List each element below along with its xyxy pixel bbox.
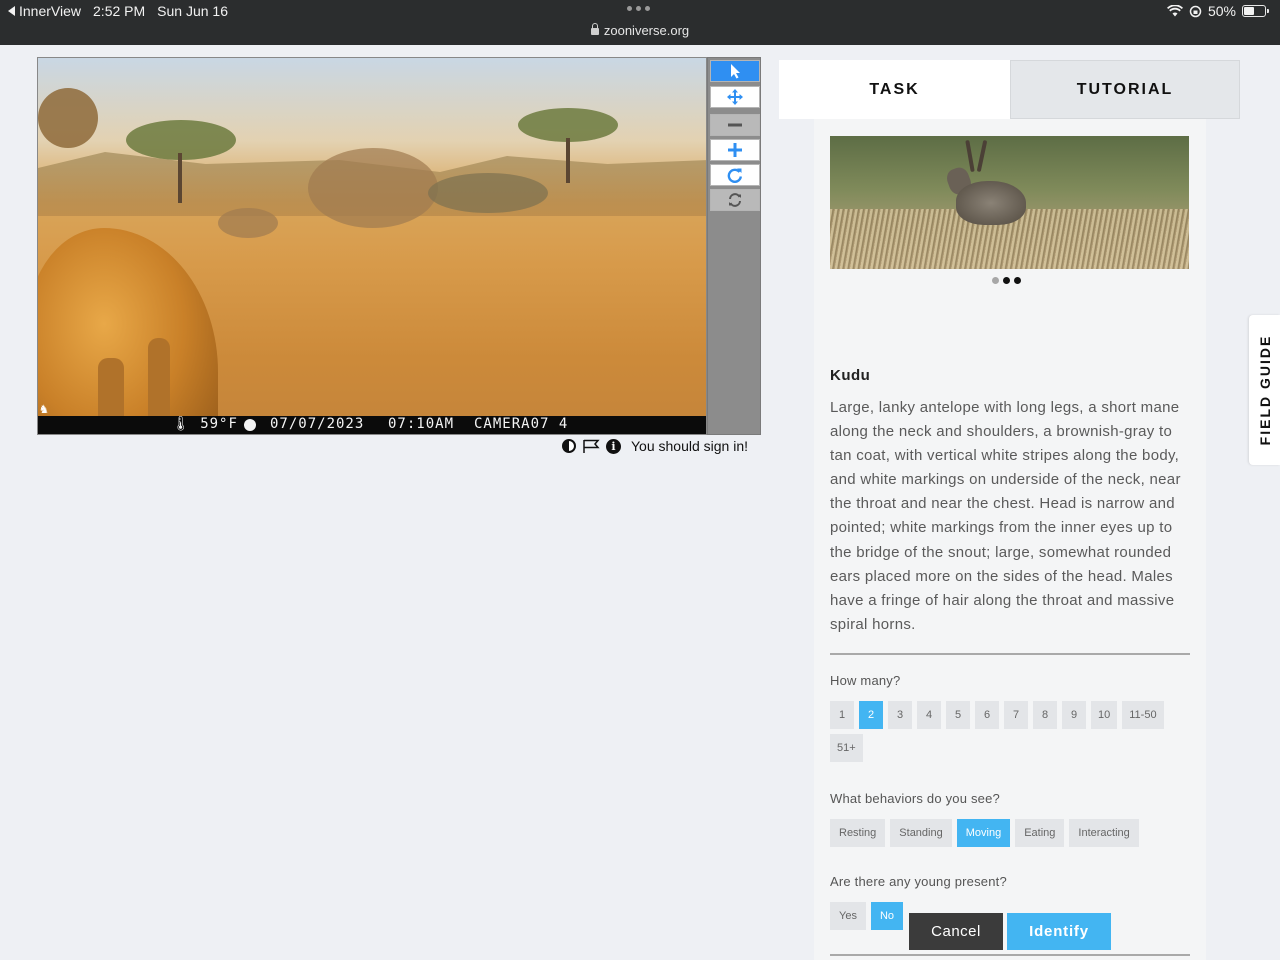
panel-tabs: TASK TUTORIAL (779, 60, 1240, 119)
how-many-option[interactable]: 11-50 (1122, 701, 1164, 729)
back-app-label: InnerView (19, 3, 82, 19)
info-icon[interactable]: i (606, 438, 621, 454)
action-buttons: Cancel Identify (909, 913, 1111, 950)
how-many-option[interactable]: 1 (830, 701, 854, 729)
camera-id: CAMERA07 4 (474, 416, 569, 432)
how-many-options: 1 2 3 4 5 6 7 8 9 10 11-50 51+ (830, 701, 1190, 762)
carousel-dot[interactable] (1014, 277, 1021, 284)
moon-phase-icon (244, 419, 256, 431)
back-to-app[interactable]: InnerView (8, 3, 81, 19)
tab-tutorial[interactable]: TUTORIAL (1010, 60, 1240, 119)
rotate-button[interactable] (710, 164, 760, 186)
task-content: Kudu Large, lanky antelope with long leg… (814, 119, 1206, 960)
reset-button[interactable] (710, 189, 760, 211)
invert-contrast-icon[interactable] (562, 439, 576, 453)
behavior-option[interactable]: Resting (830, 819, 886, 847)
multitask-dots-icon[interactable] (627, 6, 650, 11)
young-option[interactable]: Yes (830, 902, 866, 930)
rotate-icon (727, 168, 742, 183)
status-right: 50% (1166, 3, 1269, 19)
divider (830, 954, 1190, 956)
lock-icon (590, 23, 599, 35)
zoom-in-icon (728, 143, 742, 157)
how-many-option[interactable]: 7 (1004, 701, 1028, 729)
young-label: Are there any young present? (830, 874, 1007, 889)
field-guide-tab[interactable]: FIELD GUIDE (1249, 315, 1280, 465)
behavior-option[interactable]: Standing (890, 819, 952, 847)
how-many-option[interactable]: 5 (946, 701, 970, 729)
behavior-option[interactable]: Eating (1015, 819, 1065, 847)
camera-time: 07:10AM (388, 416, 455, 432)
how-many-option[interactable]: 10 (1091, 701, 1118, 729)
camera-info-bar: ♞ 🌡 59°F 07/07/2023 07:10AM CAMERA07 4 (38, 402, 706, 434)
species-name: Kudu (830, 367, 871, 384)
subject-meta-row: i You should sign in! (562, 438, 748, 454)
field-guide-label: FIELD GUIDE (1256, 334, 1273, 446)
behavior-option[interactable]: Moving (956, 819, 1011, 847)
how-many-option[interactable]: 8 (1033, 701, 1057, 729)
pointer-tool-button[interactable] (710, 60, 760, 82)
url-text: zooniverse.org (603, 23, 690, 38)
zoom-out-icon (728, 123, 742, 127)
young-option[interactable]: No (870, 902, 904, 930)
species-description: Large, lanky antelope with long legs, a … (830, 399, 1181, 633)
species-example-image[interactable] (830, 136, 1189, 269)
status-left: InnerView 2:52 PM Sun Jun 16 (8, 3, 228, 19)
tab-task[interactable]: TASK (779, 60, 1010, 119)
behaviors-label: What behaviors do you see? (830, 791, 1000, 806)
orientation-lock-icon (1189, 5, 1202, 17)
flag-icon[interactable] (582, 439, 600, 453)
browning-logo-icon: ♞ (40, 402, 49, 417)
zoom-out-button[interactable] (710, 114, 760, 136)
status-date: Sun Jun 16 (157, 3, 228, 19)
camera-trap-photo (38, 58, 706, 434)
classifier-panel: TASK TUTORIAL Kudu Large, lanky antelope… (779, 60, 1240, 960)
battery-icon (1242, 5, 1269, 17)
status-bar: InnerView 2:52 PM Sun Jun 16 zooniverse.… (0, 0, 1280, 45)
cancel-button[interactable]: Cancel (909, 913, 1003, 950)
move-icon (727, 89, 743, 105)
how-many-option[interactable]: 4 (917, 701, 941, 729)
image-carousel-dots[interactable] (992, 277, 1021, 284)
identify-button[interactable]: Identify (1007, 913, 1111, 950)
how-many-option[interactable]: 9 (1062, 701, 1086, 729)
pointer-icon (731, 64, 740, 79)
image-toolbar (707, 57, 761, 435)
sign-in-message[interactable]: You should sign in! (631, 438, 748, 454)
carousel-dot[interactable] (992, 277, 999, 284)
divider (830, 653, 1190, 655)
how-many-option[interactable]: 51+ (830, 734, 863, 762)
battery-percent: 50% (1207, 3, 1236, 19)
zoom-in-button[interactable] (710, 139, 760, 161)
carousel-dot[interactable] (1003, 277, 1010, 284)
animal-in-photo (38, 228, 218, 434)
how-many-option[interactable]: 3 (888, 701, 912, 729)
wifi-icon (1166, 5, 1183, 17)
camera-date: 07/07/2023 (270, 416, 365, 432)
back-arrow-icon (8, 6, 15, 16)
behavior-option[interactable]: Interacting (1069, 819, 1139, 847)
camera-temperature: 🌡 59°F (172, 416, 238, 432)
reset-icon (729, 193, 741, 207)
how-many-option[interactable]: 6 (975, 701, 999, 729)
address-bar[interactable]: zooniverse.org (0, 23, 1280, 38)
move-tool-button[interactable] (710, 86, 760, 108)
how-many-label: How many? (830, 673, 901, 688)
status-time: 2:52 PM (93, 3, 146, 19)
behavior-options: Resting Standing Moving Eating Interacting (830, 819, 1190, 847)
how-many-option[interactable]: 2 (859, 701, 883, 729)
subject-image[interactable]: ♞ 🌡 59°F 07/07/2023 07:10AM CAMERA07 4 (37, 57, 707, 435)
